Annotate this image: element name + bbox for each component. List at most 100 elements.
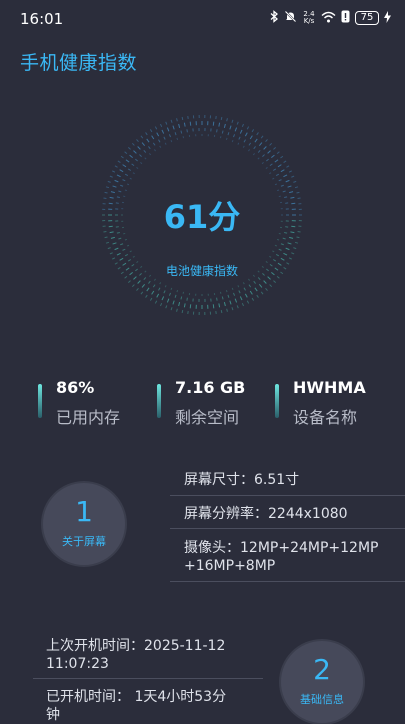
dial-tick — [110, 176, 113, 177]
dial-tick — [125, 239, 127, 240]
dial-tick — [247, 301, 248, 304]
dial-tick — [164, 291, 165, 294]
charging-icon — [384, 11, 391, 26]
divider — [170, 495, 405, 496]
dial-tick — [233, 293, 234, 296]
dial-tick — [230, 301, 231, 305]
dial-tick — [249, 143, 251, 145]
dial-tick — [125, 152, 127, 154]
dial-tick — [217, 298, 218, 301]
dial-tick — [167, 299, 168, 303]
dial-tick — [262, 155, 264, 157]
dial-tick — [269, 173, 271, 174]
uptime-text: 已开机时间： 1天4小时53分 — [46, 688, 226, 706]
dial-tick — [238, 285, 239, 287]
dial-tick — [117, 253, 121, 255]
mute-icon — [284, 10, 297, 26]
dial-tick — [142, 143, 145, 146]
dial-tick — [177, 138, 178, 140]
dial-tick — [272, 178, 274, 179]
dial-tick — [153, 285, 155, 287]
dial-tick — [160, 282, 161, 284]
health-score: 61分 — [97, 192, 307, 238]
basic-info-section-button[interactable]: 2 基础信息 — [281, 641, 363, 723]
dial-tick — [146, 132, 148, 134]
dial-tick — [157, 294, 159, 298]
dial-tick — [179, 302, 180, 306]
dial-tick — [221, 117, 222, 120]
dial-tick — [155, 127, 156, 130]
dial-tick — [228, 132, 229, 135]
stat-value: HWHMA — [293, 378, 366, 397]
dial-tick — [139, 155, 141, 157]
dial-tick — [177, 309, 178, 312]
dial-tick — [217, 129, 218, 132]
dial-tick — [269, 256, 271, 257]
dial-tick — [120, 170, 124, 172]
dial-tick — [184, 123, 185, 127]
dial-tick — [275, 160, 278, 162]
dial-tick — [187, 129, 188, 132]
dial-tick — [146, 295, 148, 297]
dial-tick — [232, 140, 233, 142]
dial-tick — [257, 132, 259, 134]
dial-tick — [261, 292, 263, 294]
dial-tick — [226, 138, 227, 140]
dial-tick — [153, 143, 155, 145]
dial-tick — [283, 253, 287, 255]
dial-tick — [149, 153, 150, 155]
dial-tick — [141, 292, 143, 294]
dial-tick — [239, 291, 240, 294]
dial-tick — [128, 260, 131, 262]
dial-tick — [250, 291, 252, 294]
dial-tick — [166, 122, 167, 125]
dial-tick — [279, 180, 282, 181]
dial-tick — [108, 248, 111, 249]
dial-tick — [224, 302, 225, 306]
dial-tick — [113, 243, 117, 244]
dial-tick — [252, 129, 254, 132]
dial-tick — [288, 243, 292, 244]
dial-tick — [141, 136, 143, 138]
dial-tick — [190, 122, 191, 126]
dial-tick — [276, 174, 279, 175]
dial-tick — [127, 245, 129, 246]
dial-tick — [230, 126, 231, 130]
dial-tick — [106, 242, 109, 243]
dial-tick — [245, 294, 247, 298]
dial-tick — [232, 120, 233, 123]
dial-tick — [136, 167, 138, 168]
dial-tick — [283, 238, 286, 239]
dial-tick — [273, 281, 275, 283]
dial-tick — [148, 146, 150, 148]
dial-tick — [239, 137, 240, 140]
stat-indicator-bar — [275, 384, 279, 418]
dial-tick — [219, 123, 220, 127]
dial-tick — [255, 139, 257, 142]
dial-tick — [254, 146, 256, 148]
dial-tick — [238, 143, 239, 145]
dial-tick — [286, 248, 290, 249]
dial-tick — [235, 128, 236, 132]
dial-tick — [159, 140, 161, 143]
section-number: 1 — [43, 495, 125, 528]
dial-tick — [123, 165, 126, 167]
dial-tick — [250, 136, 252, 139]
dial-tick — [155, 301, 156, 304]
screen-section-button[interactable]: 1 关于屏幕 — [43, 483, 125, 565]
dial-tick — [142, 284, 145, 287]
dial-tick — [266, 139, 268, 141]
dial-tick — [259, 143, 262, 146]
dial-tick — [110, 253, 113, 254]
health-dial: 61分 电池健康指数 — [97, 110, 307, 320]
dial-tick — [135, 159, 137, 161]
dial-tick — [295, 187, 298, 188]
dial-tick — [227, 309, 228, 312]
dial-tick — [286, 180, 290, 181]
dial-tick — [270, 285, 272, 287]
dial-tick — [159, 288, 161, 291]
dial-tick — [120, 244, 123, 245]
dial-tick — [125, 254, 128, 255]
stat-label: 设备名称 — [293, 404, 357, 428]
screen-resolution-text: 屏幕分辨率：2244x1080 — [184, 505, 348, 523]
